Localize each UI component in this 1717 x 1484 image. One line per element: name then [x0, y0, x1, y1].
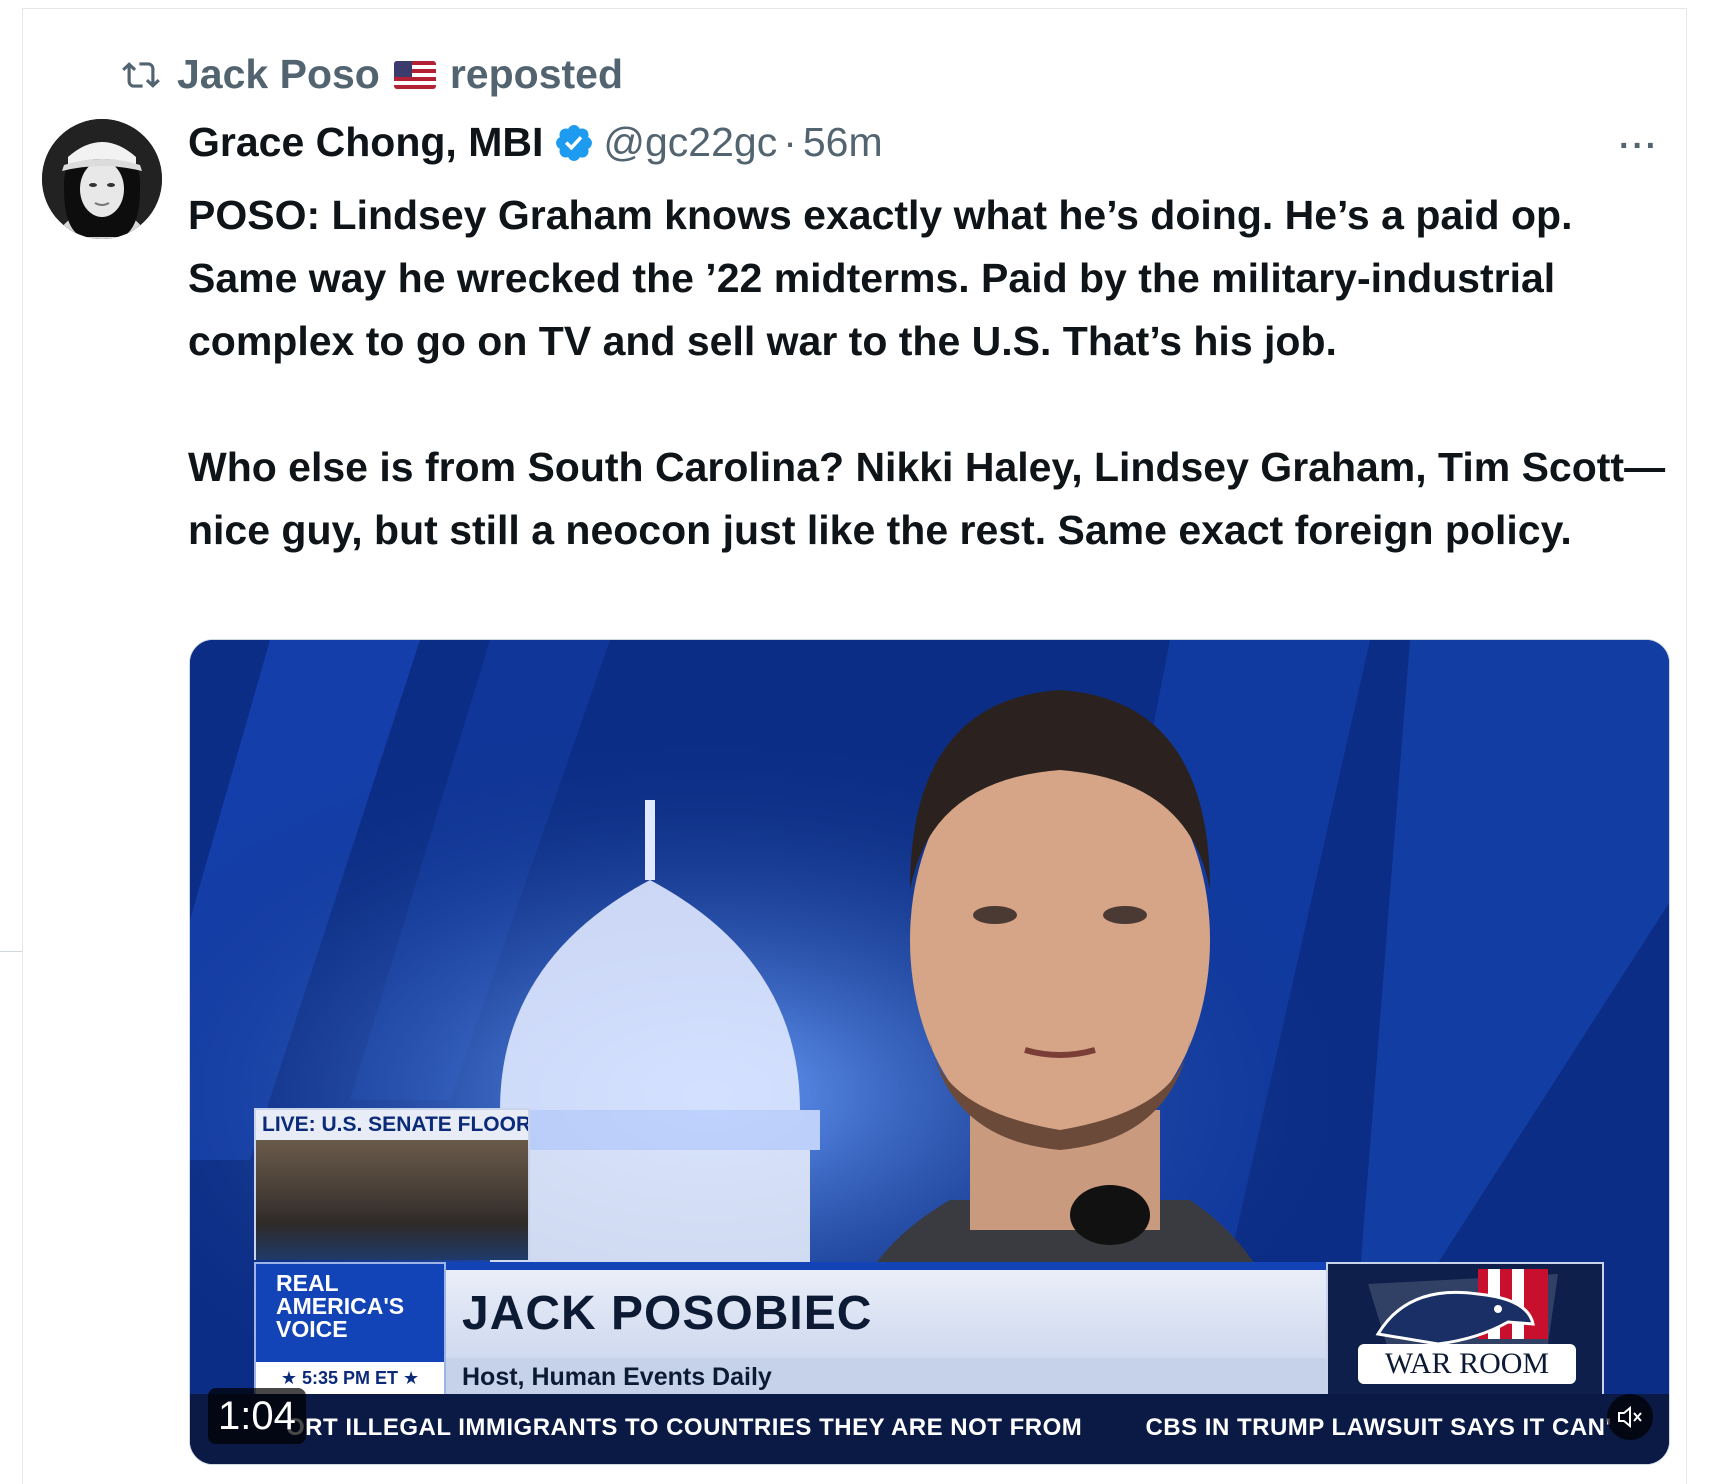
show-logo-text: WAR ROOM — [1358, 1344, 1576, 1384]
tweet-card[interactable]: Jack Poso reposted MBI Grace Chong, MBI … — [22, 9, 1687, 1484]
tweet-text: POSO: Lindsey Graham knows exactly what … — [188, 184, 1668, 562]
mute-button[interactable] — [1607, 1394, 1653, 1440]
avatar[interactable]: MBI — [42, 119, 162, 239]
chyron-accent — [446, 1262, 1326, 1270]
lower-third-chyron: REAL AMERICA'S VOICE ★ 5:35 PM ET ★ JACK… — [254, 1262, 1604, 1396]
show-logo: WAR ROOM — [1326, 1262, 1604, 1396]
verified-badge-icon — [556, 124, 593, 161]
news-ticker: ORT ILLEGAL IMMIGRANTS TO COUNTRIES THEY… — [190, 1394, 1669, 1464]
more-icon[interactable]: ··· — [1619, 127, 1659, 166]
host-title: Host, Human Events Daily — [446, 1358, 1326, 1396]
repost-action: reposted — [449, 51, 623, 97]
tweet-header: Grace Chong, MBI @gc22gc · 56m — [188, 119, 883, 166]
host-name: JACK POSOBIEC — [462, 1287, 873, 1340]
header-separator: · — [783, 119, 797, 165]
social-context: Jack Poso reposted — [119, 51, 623, 98]
repost-icon — [122, 61, 160, 88]
inset-label: LIVE: U.S. SENATE FLOOR — [256, 1110, 528, 1140]
network-logo-line: REAL — [276, 1270, 339, 1296]
author-display-name[interactable]: Grace Chong, MBI — [188, 119, 543, 166]
network-logo-line: VOICE — [276, 1316, 348, 1342]
inset-image — [256, 1140, 528, 1260]
tweet-paragraph: Who else is from South Carolina? Nikki H… — [188, 444, 1666, 553]
author-handle[interactable]: @gc22gc — [603, 119, 777, 166]
tweet-paragraph: POSO: Lindsey Graham knows exactly what … — [188, 192, 1573, 364]
video-player[interactable]: LIVE: U.S. SENATE FLOOR REAL AMERICA'S V… — [189, 639, 1670, 1465]
side-divider — [0, 951, 22, 952]
avatar-cap-text: MBI — [81, 127, 109, 147]
video-duration: 1:04 — [208, 1388, 306, 1444]
senate-floor-inset: LIVE: U.S. SENATE FLOOR — [254, 1108, 530, 1260]
eagle-flag-icon — [1368, 1269, 1558, 1349]
network-logo-line: AMERICA'S — [276, 1293, 405, 1319]
ticker-item: CBS IN TRUMP LAWSUIT SAYS IT CAN' — [1145, 1414, 1612, 1441]
us-flag-icon — [393, 60, 436, 89]
ticker-item: ORT ILLEGAL IMMIGRANTS TO COUNTRIES THEY… — [286, 1414, 1083, 1441]
network-logo: REAL AMERICA'S VOICE ★ 5:35 PM ET ★ — [254, 1262, 446, 1396]
tweet-timestamp[interactable]: 56m — [803, 119, 883, 166]
host-name-bar: JACK POSOBIEC — [446, 1262, 1326, 1358]
reposter-name[interactable]: Jack Poso — [177, 51, 380, 98]
volume-muted-icon — [1618, 1405, 1642, 1429]
